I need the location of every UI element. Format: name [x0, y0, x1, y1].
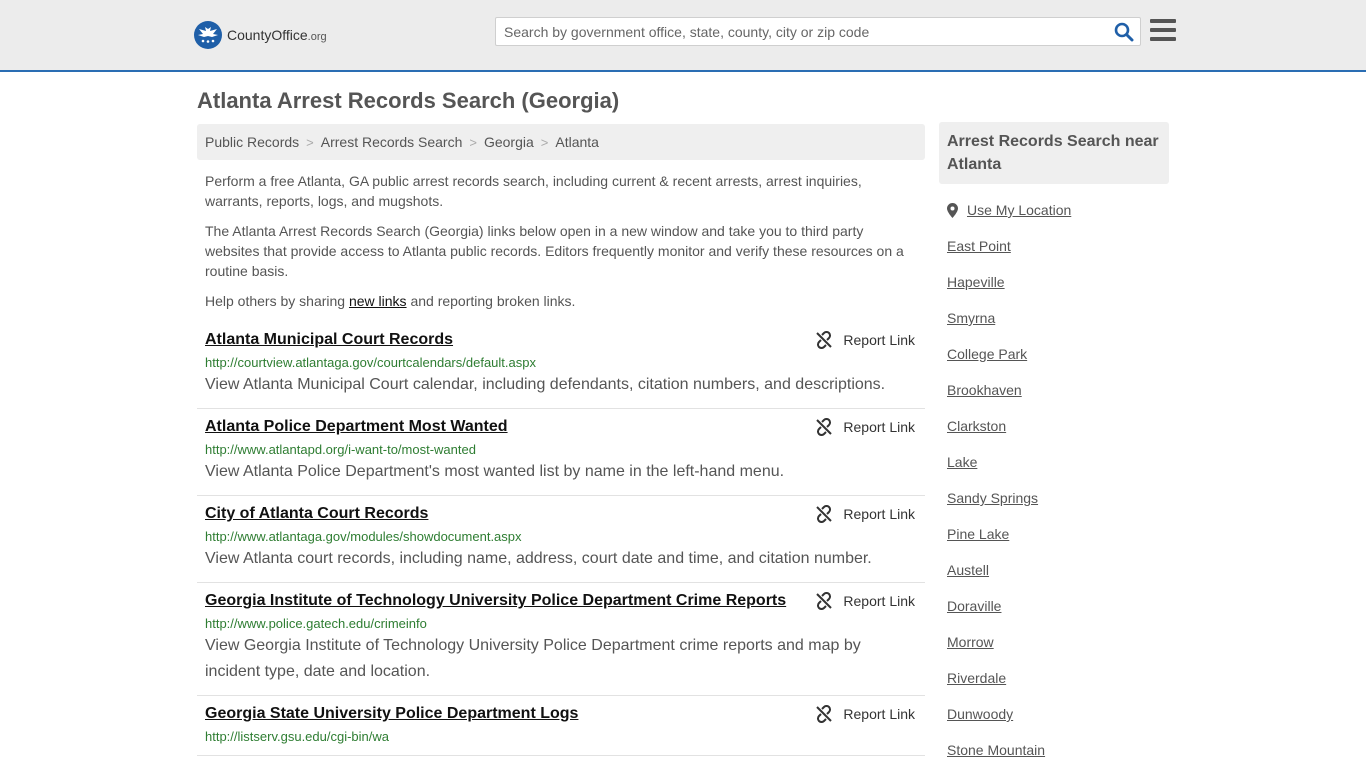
- site-logo[interactable]: CountyOffice.org: [194, 20, 327, 50]
- record-url: http://www.police.gatech.edu/crimeinfo: [205, 616, 427, 631]
- use-my-location-link[interactable]: Use My Location: [967, 200, 1071, 220]
- record-description: View Atlanta Police Department's most wa…: [205, 463, 785, 480]
- nearby-item: Hapeville: [947, 272, 1169, 308]
- intro-paragraph-3: Help others by sharing new links and rep…: [205, 293, 576, 309]
- nearby-link[interactable]: Pine Lake: [947, 524, 1009, 544]
- report-link-button[interactable]: Report Link: [815, 592, 915, 610]
- nearby-item: Smyrna: [947, 308, 1169, 344]
- record-title-link[interactable]: Georgia Institute of Technology Universi…: [205, 591, 786, 611]
- intro-paragraph-1: Perform a free Atlanta, GA public arrest…: [205, 173, 862, 209]
- broken-link-icon: [816, 505, 833, 523]
- record-title-link[interactable]: Georgia State University Police Departme…: [205, 704, 578, 724]
- nearby-link[interactable]: College Park: [947, 344, 1027, 364]
- nearby-link[interactable]: East Point: [947, 236, 1011, 256]
- record-title-link[interactable]: Atlanta Police Department Most Wanted: [205, 417, 508, 437]
- search-icon[interactable]: [1114, 22, 1134, 42]
- intro-text: Perform a free Atlanta, GA public arrest…: [205, 171, 917, 321]
- report-link-button[interactable]: Report Link: [815, 331, 915, 349]
- nearby-item: Doraville: [947, 596, 1169, 632]
- record-item: City of Atlanta Court Records Report Lin…: [197, 496, 925, 583]
- logo-eagle-icon: [194, 21, 222, 49]
- record-item: Georgia State University Police Departme…: [197, 696, 925, 756]
- use-location-item: Use My Location: [947, 200, 1169, 236]
- nearby-item: Riverdale: [947, 668, 1169, 704]
- breadcrumb-separator: >: [306, 134, 314, 150]
- nearby-item: Pine Lake: [947, 524, 1169, 560]
- breadcrumb-public-records[interactable]: Public Records: [205, 134, 299, 150]
- sidebar-heading: Arrest Records Search near Atlanta: [939, 122, 1169, 184]
- nearby-item: Dunwoody: [947, 704, 1169, 740]
- record-title-link[interactable]: Atlanta Municipal Court Records: [205, 330, 453, 350]
- record-description: View Atlanta court records, including na…: [205, 550, 872, 567]
- broken-link-icon: [816, 418, 833, 436]
- nearby-link[interactable]: Morrow: [947, 632, 994, 652]
- breadcrumb-separator: >: [540, 134, 549, 150]
- intro-paragraph-2: The Atlanta Arrest Records Search (Georg…: [205, 223, 904, 279]
- nearby-item: Austell: [947, 560, 1169, 596]
- record-item: Georgia Institute of Technology Universi…: [197, 583, 925, 696]
- record-item: Atlanta Municipal Court Records Report L…: [197, 322, 925, 409]
- logo-text: CountyOffice.org: [227, 27, 327, 43]
- page-title: Atlanta Arrest Records Search (Georgia): [197, 88, 620, 113]
- breadcrumb-arrest-records-search[interactable]: Arrest Records Search: [321, 134, 463, 150]
- record-url: http://listserv.gsu.edu/cgi-bin/wa: [205, 729, 390, 744]
- hamburger-menu-icon[interactable]: [1150, 19, 1176, 41]
- new-links-link[interactable]: new links: [349, 293, 407, 309]
- report-link-button[interactable]: Report Link: [815, 418, 915, 436]
- record-description: View Georgia Institute of Technology Uni…: [205, 637, 861, 680]
- record-url: http://www.atlantapd.org/i-want-to/most-…: [205, 442, 476, 457]
- nearby-link[interactable]: Austell: [947, 560, 989, 580]
- nearby-item: Stone Mountain: [947, 740, 1169, 776]
- broken-link-icon: [816, 705, 833, 723]
- breadcrumb: Public Records > Arrest Records Search >…: [197, 124, 925, 160]
- nearby-item: Clarkston: [947, 416, 1169, 452]
- report-link-button[interactable]: Report Link: [815, 505, 915, 523]
- record-title-link[interactable]: City of Atlanta Court Records: [205, 504, 428, 524]
- nearby-link[interactable]: Hapeville: [947, 272, 1005, 292]
- record-description: View Atlanta Municipal Court calendar, i…: [205, 376, 886, 393]
- nearby-link[interactable]: Doraville: [947, 596, 1001, 616]
- nearby-link[interactable]: Dunwoody: [947, 704, 1013, 724]
- record-url: http://courtview.atlantaga.gov/courtcale…: [205, 355, 536, 370]
- nearby-link[interactable]: Brookhaven: [947, 380, 1022, 400]
- broken-link-icon: [816, 592, 833, 610]
- record-list: Atlanta Municipal Court Records Report L…: [197, 322, 925, 756]
- nearby-item: East Point: [947, 236, 1169, 272]
- broken-link-icon: [816, 331, 833, 349]
- nearby-link[interactable]: Riverdale: [947, 668, 1006, 688]
- nearby-link[interactable]: Stone Mountain: [947, 740, 1045, 760]
- nearby-item: Morrow: [947, 632, 1169, 668]
- nearby-link[interactable]: Sandy Springs: [947, 488, 1038, 508]
- search-box: [495, 17, 1141, 46]
- map-pin-icon: [947, 203, 958, 218]
- search-input[interactable]: [496, 18, 1096, 45]
- breadcrumb-georgia[interactable]: Georgia: [484, 134, 534, 150]
- breadcrumb-separator: >: [469, 134, 477, 150]
- report-link-button[interactable]: Report Link: [815, 705, 915, 723]
- record-url: http://www.atlantaga.gov/modules/showdoc…: [205, 529, 522, 544]
- record-item: Atlanta Police Department Most Wanted Re…: [197, 409, 925, 496]
- nearby-item: Sandy Springs: [947, 488, 1169, 524]
- breadcrumb-atlanta[interactable]: Atlanta: [555, 134, 599, 150]
- nearby-item: College Park: [947, 344, 1169, 380]
- nearby-list: Use My Location East Point Hapeville Smy…: [947, 200, 1169, 776]
- nearby-item: Lake: [947, 452, 1169, 488]
- nearby-item: Brookhaven: [947, 380, 1169, 416]
- nearby-link[interactable]: Smyrna: [947, 308, 995, 328]
- nearby-link[interactable]: Clarkston: [947, 416, 1006, 436]
- nearby-link[interactable]: Lake: [947, 452, 977, 472]
- site-header: CountyOffice.org: [0, 0, 1366, 72]
